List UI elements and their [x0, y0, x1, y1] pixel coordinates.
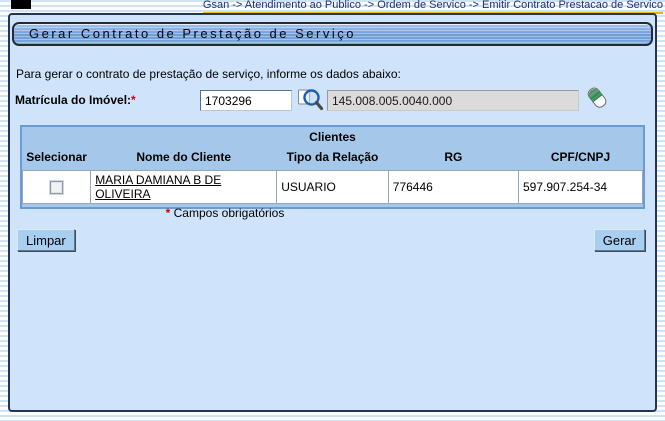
matricula-label: Matrícula do Imóvel:* [15, 93, 136, 107]
col-header-selecionar: Selecionar [23, 146, 91, 171]
clients-table-title: Clientes [23, 127, 643, 146]
magnifier-icon [297, 100, 324, 115]
intro-text: Para gerar o contrato de prestação de se… [16, 67, 401, 81]
client-rg-cell: 776446 [388, 171, 518, 204]
search-imovel-button[interactable] [297, 88, 324, 112]
required-fields-note: * Campos obrigatórios [10, 206, 440, 220]
matricula-field-row: Matrícula do Imóvel:* [10, 90, 655, 116]
col-header-nome: Nome do Cliente [91, 146, 277, 171]
matricula-input[interactable] [200, 90, 292, 111]
required-note-text: Campos obrigatórios [174, 206, 285, 220]
page-title-bar: Gerar Contrato de Prestação de Serviço [12, 22, 653, 46]
client-cpf-cell: 597.907.254-34 [518, 171, 642, 204]
erase-matricula-button[interactable] [585, 85, 610, 112]
inscricao-readonly-field [327, 90, 579, 111]
eraser-icon [585, 100, 610, 115]
clients-table-header-row: Selecionar Nome do Cliente Tipo da Relaç… [23, 146, 643, 171]
limpar-button[interactable]: Limpar [17, 229, 75, 251]
gerar-button[interactable]: Gerar [594, 229, 645, 251]
client-name-link[interactable]: MARIA DAMIANA B DE OLIVEIRA [95, 173, 221, 201]
page-title: Gerar Contrato de Prestação de Serviço [14, 24, 651, 44]
col-header-cpf: CPF/CNPJ [518, 146, 642, 171]
select-cell [23, 171, 91, 204]
main-panel: Gerar Contrato de Prestação de Serviço P… [8, 13, 657, 412]
clients-table: Clientes Selecionar Nome do Cliente Tipo… [20, 125, 645, 209]
col-header-rg: RG [388, 146, 518, 171]
client-name-cell: MARIA DAMIANA B DE OLIVEIRA [91, 171, 277, 204]
required-asterisk: * [131, 93, 136, 107]
required-note-asterisk: * [166, 206, 171, 220]
breadcrumb[interactable]: Gsan -> Atendimento ao Publico -> Ordem … [203, 0, 663, 14]
table-row: MARIA DAMIANA B DE OLIVEIRA USUARIO 7764… [23, 171, 643, 204]
select-client-checkbox[interactable] [50, 181, 63, 194]
top-left-menu-fragment [11, 0, 31, 9]
client-tipo-cell: USUARIO [277, 171, 389, 204]
col-header-tipo: Tipo da Relação [277, 146, 389, 171]
